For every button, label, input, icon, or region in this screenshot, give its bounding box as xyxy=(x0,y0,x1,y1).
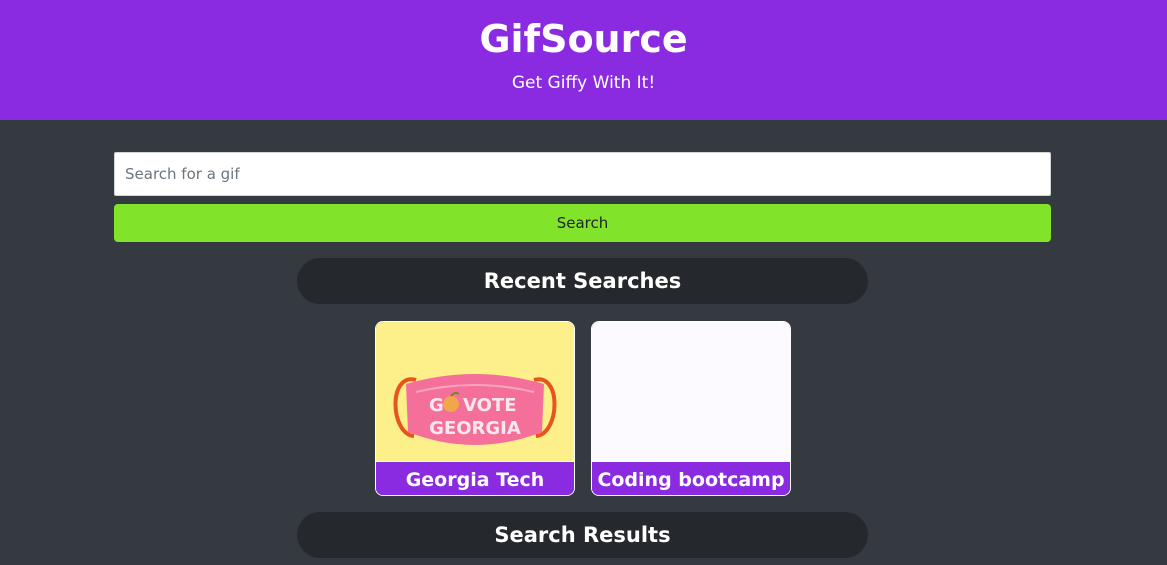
app-header: GifSource Get Giffy With It! xyxy=(0,0,1167,120)
search-input[interactable] xyxy=(114,152,1051,196)
recent-search-label: Coding bootcamp xyxy=(592,461,790,495)
app-subtitle: Get Giffy With It! xyxy=(511,73,656,93)
gif-text-georgia: GEORGIA xyxy=(429,418,521,439)
recent-search-label: Georgia Tech xyxy=(376,461,574,495)
gif-thumbnail-georgia-tech[interactable]: G VOTE GEORGIA xyxy=(376,322,574,462)
gif-text-vote: VOTE xyxy=(463,395,517,416)
search-results-heading: Search Results xyxy=(297,512,868,558)
search-button[interactable]: Search xyxy=(114,204,1051,242)
app-title: GifSource xyxy=(479,17,688,61)
recent-search-card-georgia-tech[interactable]: G VOTE GEORGIA Georgia Tech xyxy=(375,321,575,496)
recent-search-card-coding-bootcamp[interactable]: Coding bootcamp xyxy=(591,321,791,496)
recent-searches-heading: Recent Searches xyxy=(297,258,868,304)
gif-thumbnail-coding-bootcamp[interactable] xyxy=(592,322,790,462)
gif-text-g: G xyxy=(429,395,444,416)
vote-georgia-mask-gif: G VOTE GEORGIA xyxy=(393,374,557,445)
